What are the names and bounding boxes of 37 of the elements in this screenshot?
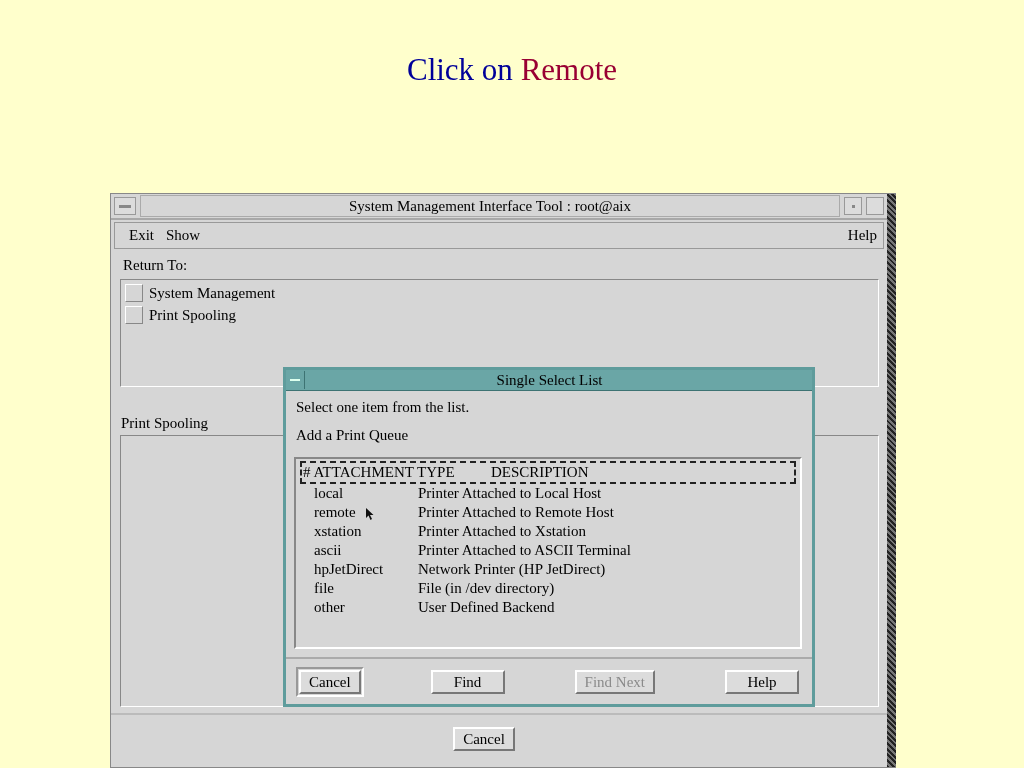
return-item-label: System Management xyxy=(149,284,276,302)
list-item-description: Printer Attached to Xstation xyxy=(418,523,586,540)
list-item[interactable]: hpJetDirect xyxy=(314,561,418,578)
menu-item[interactable]: Help xyxy=(847,227,877,244)
list-item[interactable]: xstation xyxy=(314,523,418,540)
dialog-button[interactable]: Find xyxy=(430,670,505,694)
window-menu-button[interactable] xyxy=(114,197,136,215)
dialog-button[interactable]: Cancel xyxy=(299,670,361,694)
maximize-button[interactable] xyxy=(866,197,884,215)
bar-icon xyxy=(119,204,131,208)
instruction-text: Select one item from the list. xyxy=(295,398,471,417)
menu-item[interactable]: Exit xyxy=(129,227,154,244)
minimize-button[interactable] xyxy=(844,197,862,215)
list-item-description: File (in /dev directory) xyxy=(418,580,555,597)
dialog-button[interactable]: Help xyxy=(725,670,799,694)
list-item-description: User Defined Backend xyxy=(418,599,555,616)
list-item[interactable]: remote xyxy=(314,504,418,521)
list-item[interactable]: local xyxy=(314,485,418,502)
section-label: Return To: xyxy=(122,256,189,275)
dialog-title: Single Select List xyxy=(495,371,604,389)
cancel-button[interactable]: Cancel xyxy=(453,727,515,751)
list-item[interactable]: other xyxy=(314,599,418,616)
list-item-description: Printer Attached to Local Host xyxy=(418,485,602,502)
return-button[interactable] xyxy=(125,284,143,302)
menu-item[interactable]: Show xyxy=(166,227,201,244)
list-item-description: Printer Attached to ASCII Terminal xyxy=(418,542,631,559)
list-header[interactable]: # ATTACHMENT TYPE DESCRIPTION xyxy=(300,461,796,484)
window-title: System Management Interface Tool : root@aix xyxy=(140,195,840,217)
list-item-description: Network Printer (HP JetDirect) xyxy=(418,561,606,578)
section-label: Print Spooling xyxy=(121,415,209,433)
list-item[interactable]: ascii xyxy=(314,542,418,559)
list-item-description: Printer Attached to Remote Host xyxy=(418,504,614,521)
list-item[interactable]: file xyxy=(314,580,418,597)
return-item-label: Print Spooling xyxy=(149,306,237,324)
slide-title: Click on Remote xyxy=(406,51,618,89)
return-button[interactable] xyxy=(125,306,143,324)
list-subtitle: Add a Print Queue xyxy=(295,426,410,445)
